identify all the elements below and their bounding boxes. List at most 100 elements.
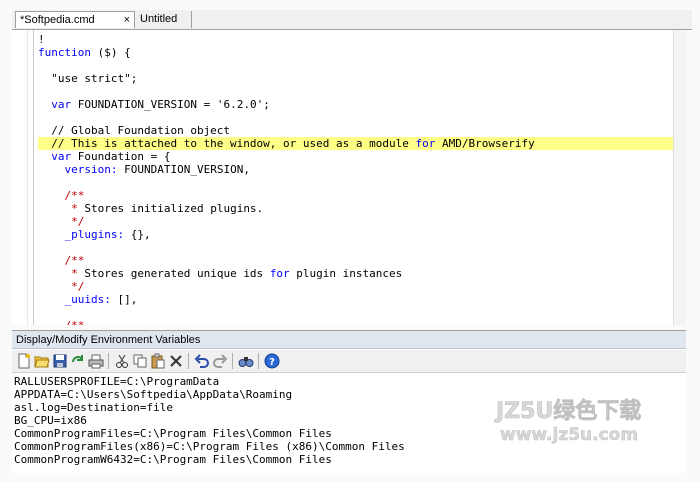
tab-softpedia-cmd[interactable]: *Softpedia.cmd ×: [15, 11, 135, 28]
code-token: Foundation = {: [71, 150, 171, 163]
code-token: {},: [124, 228, 151, 241]
open-icon[interactable]: [34, 353, 50, 369]
code-token: ($) {: [90, 46, 131, 59]
code-token: /**: [65, 319, 85, 325]
tab-close-icon[interactable]: ×: [124, 12, 130, 29]
code-line[interactable]: var FOUNDATION_VERSION = '6.2.0';: [38, 98, 674, 111]
tab-bar: *Softpedia.cmd × Untitled: [12, 10, 692, 30]
code-line[interactable]: "use strict";: [38, 72, 674, 85]
delete-icon[interactable]: [168, 353, 184, 369]
code-line[interactable]: // This is attached to the window, or us…: [38, 137, 674, 150]
undo-icon[interactable]: [194, 353, 210, 369]
code-token: *: [71, 202, 78, 215]
paste-icon[interactable]: [150, 353, 166, 369]
copy-icon[interactable]: [132, 353, 148, 369]
code-line[interactable]: !: [38, 33, 674, 46]
code-token: for: [269, 267, 290, 280]
toolbar-separator: [232, 353, 233, 369]
tab-untitled[interactable]: Untitled: [136, 11, 192, 28]
code-line[interactable]: [38, 111, 674, 124]
code-token: *: [71, 267, 78, 280]
code-token: var: [51, 150, 72, 163]
find-icon[interactable]: [238, 353, 254, 369]
code-token: '6.2.0': [216, 98, 264, 111]
env-variable-row[interactable]: CommonProgramW6432=C:\Program Files\Comm…: [14, 453, 332, 466]
watermark-line1: JZ5U绿色下载: [494, 398, 641, 424]
panel-toolbar: ?: [12, 350, 686, 373]
code-line[interactable]: var Foundation = {: [38, 150, 674, 163]
code-token: version:: [64, 163, 118, 176]
revert-icon[interactable]: [70, 353, 86, 369]
code-line[interactable]: version: FOUNDATION_VERSION,: [38, 163, 674, 176]
code-line[interactable]: [38, 306, 674, 319]
redo-icon[interactable]: [212, 353, 228, 369]
help-icon[interactable]: ?: [264, 353, 280, 369]
code-token: FOUNDATION_VERSION =: [71, 98, 217, 111]
code-line[interactable]: * Stores initialized plugins.: [38, 202, 674, 215]
code-line[interactable]: [38, 85, 674, 98]
code-token: Stores initialized plugins.: [77, 202, 264, 215]
new-icon[interactable]: [16, 353, 32, 369]
code-line[interactable]: [38, 59, 674, 72]
env-variable-row[interactable]: CommonProgramFiles=C:\Program Files\Comm…: [14, 427, 332, 440]
code-token: AMD/Browserify: [435, 137, 535, 150]
toolbar-separator: [188, 353, 189, 369]
code-token: _plugins:: [64, 228, 125, 241]
code-line[interactable]: /**: [38, 189, 674, 202]
code-token: // Global Foundation object: [38, 124, 231, 137]
code-line[interactable]: * Stores generated unique ids for plugin…: [38, 267, 674, 280]
code-token: FOUNDATION_VERSION,: [117, 163, 250, 176]
save-icon[interactable]: [52, 353, 68, 369]
print-icon[interactable]: [88, 353, 104, 369]
env-variable-row[interactable]: APPDATA=C:\Users\Softpedia\AppData\Roami…: [14, 388, 292, 401]
env-variable-row[interactable]: asl.log=Destination=file: [14, 401, 173, 414]
app-window: *Softpedia.cmd × Untitled ! function ($) …: [0, 0, 700, 482]
code-line[interactable]: /**: [38, 254, 674, 267]
code-line[interactable]: _uuids: [],: [38, 293, 674, 306]
code-line[interactable]: function ($) {: [38, 46, 674, 59]
env-variable-row[interactable]: CommonProgramFiles(x86)=C:\Program Files…: [14, 440, 405, 453]
code-token: "use strict";: [38, 72, 138, 85]
code-token: Stores generated unique ids: [77, 267, 270, 280]
cut-icon[interactable]: [114, 353, 130, 369]
code-line[interactable]: [38, 241, 674, 254]
code-line[interactable]: // Global Foundation object: [38, 124, 674, 137]
code-token: plugin instances: [289, 267, 403, 280]
code-token: /**: [64, 189, 85, 202]
code-token: var: [51, 98, 72, 111]
code-token: function: [38, 46, 91, 59]
code-line[interactable]: */: [38, 215, 674, 228]
code-line[interactable]: /**: [38, 319, 674, 325]
toolbar-separator: [258, 353, 259, 369]
code-token: for: [415, 137, 436, 150]
tab-label: *Softpedia.cmd: [20, 14, 95, 26]
editor-gutter: [12, 30, 28, 325]
svg-text:?: ?: [269, 357, 275, 368]
watermark-line2: www.jz5u.com: [500, 425, 638, 445]
watermark-logo: JZ5U绿色下载 www.jz5u.com: [492, 394, 692, 446]
code-token: !: [38, 33, 45, 46]
env-variable-row[interactable]: BG_CPU=ix86: [14, 414, 87, 427]
code-line[interactable]: */: [38, 280, 674, 293]
env-variable-row[interactable]: RALLUSERSPROFILE=C:\ProgramData: [14, 375, 219, 388]
code-token: /**: [64, 254, 85, 267]
code-editor[interactable]: ! function ($) { "use strict"; var FOUNDA…: [12, 30, 686, 325]
code-token: */: [71, 280, 85, 293]
code-line[interactable]: [38, 176, 674, 189]
code-token: ;: [263, 98, 270, 111]
code-token: [],: [110, 293, 138, 306]
editor-vertical-scrollbar[interactable]: [673, 30, 686, 325]
code-line[interactable]: _plugins: {},: [38, 228, 674, 241]
code-token: _uuids:: [64, 293, 111, 306]
tab-label: Untitled: [140, 13, 178, 25]
